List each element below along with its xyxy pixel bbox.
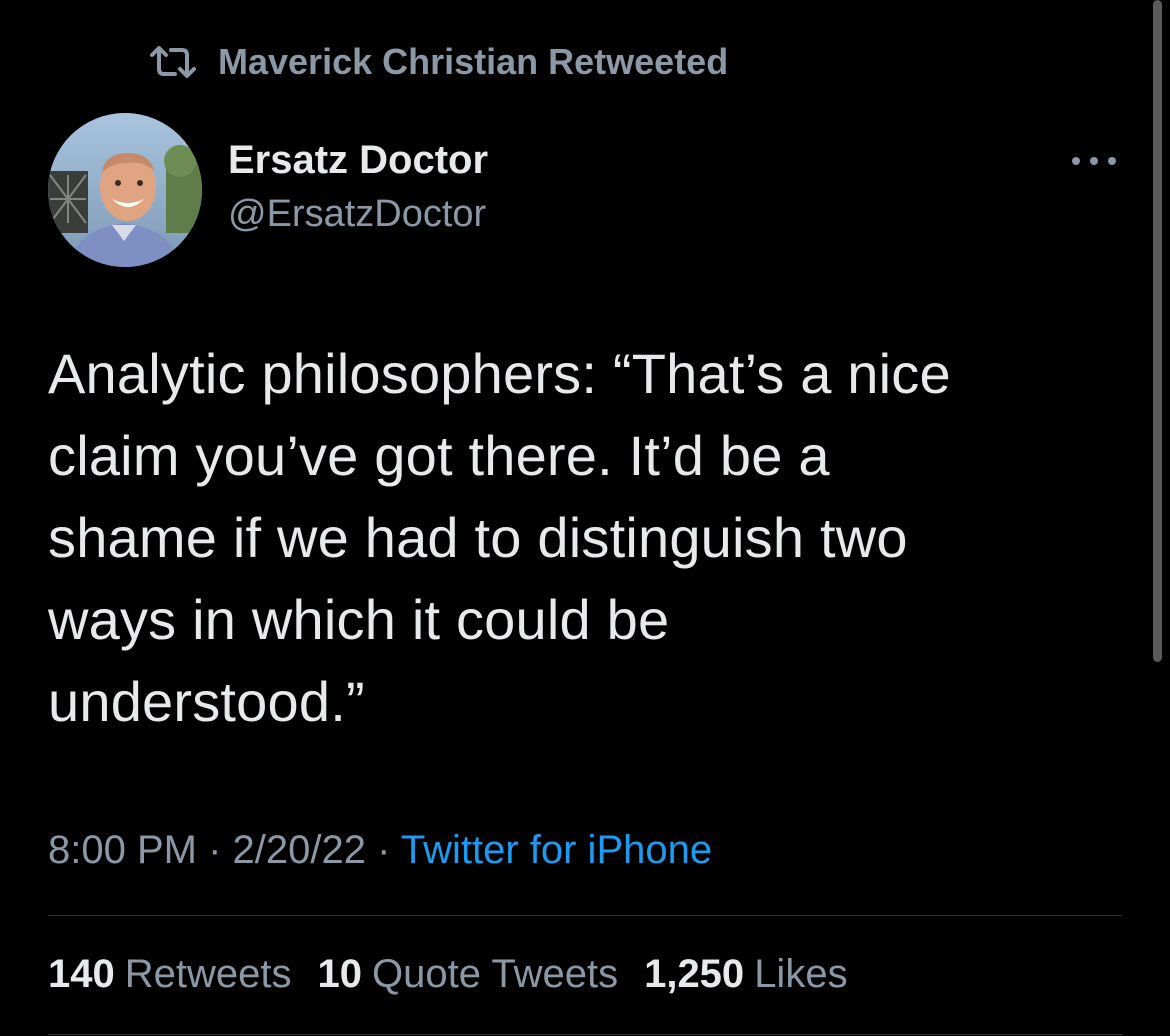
divider [48,915,1122,916]
quote-tweets-count: 10 [317,952,363,996]
retweet-banner[interactable]: Maverick Christian Retweeted [148,38,728,86]
meta-separator: · [377,828,391,872]
retweets-count: 140 [48,952,115,996]
tweet-source-link[interactable]: Twitter for iPhone [401,828,712,872]
quote-tweets-label: Quote Tweets [372,952,619,996]
tweet-line: shame if we had to distinguish two [48,506,908,569]
author-handle[interactable]: @ErsatzDoctor [228,193,486,236]
more-options-button[interactable] [1066,146,1122,180]
likes-label: Likes [754,952,848,996]
quote-tweets-stat[interactable]: 10 Quote Tweets [318,952,619,997]
avatar[interactable] [48,113,202,267]
tweet-meta: 8:00 PM · 2/20/22 · Twitter for iPhone [48,828,712,873]
scrollbar[interactable] [1153,0,1162,662]
tweet-text: Analytic philosophers: “That’s a nice cl… [48,333,1108,743]
tweet-line: ways in which it could be [48,588,670,651]
retweet-icon [148,45,198,79]
tweet-stats: 140 Retweets 10 Quote Tweets 1,250 Likes [48,952,848,997]
tweet-line: Analytic philosophers: “That’s a nice [48,342,951,405]
divider [48,1034,1122,1035]
tweet-time[interactable]: 8:00 PM [48,828,197,872]
retweet-banner-text: Maverick Christian Retweeted [218,41,729,82]
tweet-date[interactable]: 2/20/22 [233,828,366,872]
meta-separator: · [208,828,222,872]
more-horizontal-icon [1070,154,1118,172]
retweets-stat[interactable]: 140 Retweets [48,952,292,997]
tweet-line: understood.” [48,670,365,733]
likes-stat[interactable]: 1,250 Likes [644,952,848,997]
tweet-line: claim you’ve got there. It’d be a [48,424,830,487]
author-display-name[interactable]: Ersatz Doctor [228,138,488,183]
likes-count: 1,250 [644,952,745,996]
retweets-label: Retweets [124,952,292,996]
